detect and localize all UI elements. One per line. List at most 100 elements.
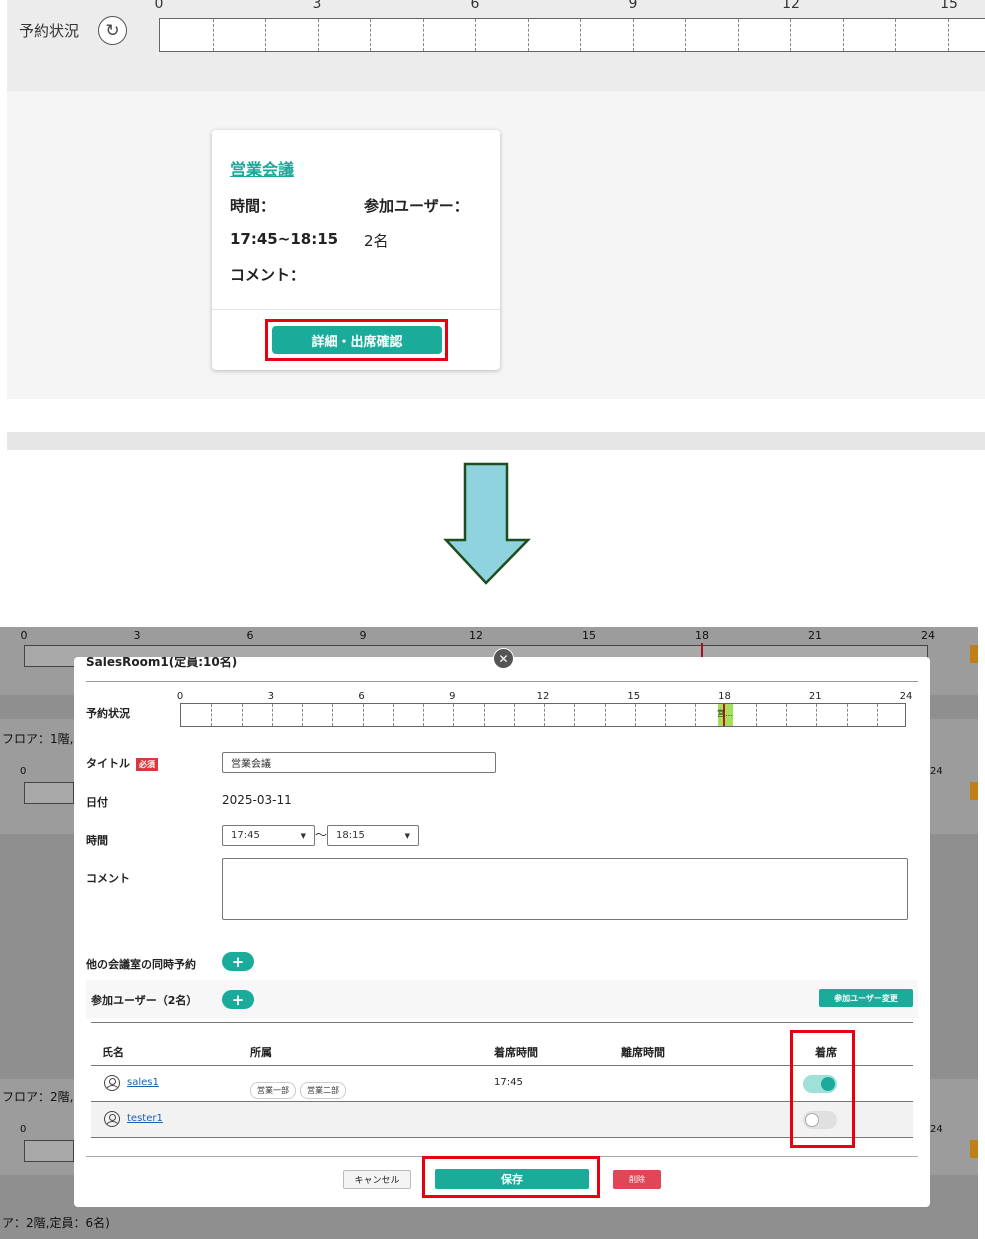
top-screenshot: 予約状況 ↻ 0 3 6 9 12 15 営業会議 時間： 参加ユーザー： 17… [7,0,985,450]
next-room-band [7,432,985,450]
title-input-value: 営業会議 [231,759,271,770]
department-chips: 営業一部 営業二部 [250,1078,350,1099]
timeline-bar[interactable]: 営… [180,703,906,727]
checkin-time: 17:45 [494,1077,523,1088]
refresh-icon[interactable]: ↻ [98,16,127,45]
time-label: 時間： [230,197,276,215]
change-users-button[interactable]: 参加ユーザー変更 [819,989,913,1007]
timeline-slot-divider [842,19,844,51]
participants-header [86,980,918,1018]
bg-tick: 0 [20,766,27,777]
timeline-slot-divider [632,19,634,51]
tick-label: 15 [940,0,958,12]
time-value: 17:45~18:15 [230,230,339,248]
start-time-value: 17:45 [231,830,260,841]
date-value[interactable]: 2025-03-11 [222,793,292,807]
timeline-slot-divider [483,704,485,726]
bg-floor-text: フロア：1階, [2,732,74,746]
timeline-slot-divider [634,704,636,726]
tick-label: 12 [782,0,800,12]
bottom-screenshot: 0 3 6 9 12 15 18 21 24 フロア：1階, 0 24 フロア：2階, 0 24… [0,627,978,1239]
timeline-slot-divider [453,704,455,726]
department-chip: 営業二部 [300,1082,346,1099]
tick-label: 3 [312,0,322,12]
end-time-select[interactable]: 18:15 ▼ [327,825,419,846]
tick-label: 9 [628,0,638,12]
room-title: SalesRoom1(定員:10名) [86,657,238,669]
reservation-modal: SalesRoom1(定員:10名) 予約状況 0 3 6 9 12 15 18 21 24 営… [74,657,930,1207]
timeline-slot-divider [527,19,529,51]
participants-label: 参加ユーザー（2名） [91,994,198,1007]
timeline-slot-divider [580,19,581,51]
highlight-box [422,1156,600,1198]
details-attendance-button[interactable]: 詳細・出席確認 [272,326,442,354]
tick-label: 12 [536,691,550,702]
department-chip: 営業一部 [250,1082,296,1099]
timeline-slot-divider [211,704,213,726]
timeline-slot-divider [665,704,666,726]
title-input[interactable]: 営業会議 [222,752,496,773]
bg-tick: 0 [20,1124,27,1135]
timeline-slot-divider [422,19,424,51]
start-time-select[interactable]: 17:45 ▼ [222,825,315,846]
table-top-line [91,1022,913,1023]
timeline-ticks: 0 3 6 9 12 15 18 21 24 [176,691,913,703]
tick-label: 0 [176,691,184,702]
timeline-bar[interactable] [159,18,985,52]
time-label: 時間 [86,834,108,847]
timeline-slot-divider [241,704,243,726]
tick-label: 24 [899,691,913,702]
bg-tick: 24 [930,766,943,777]
tick-label: 18 [695,629,709,642]
cancel-button[interactable]: キャンセル [343,1170,411,1189]
chevron-down-icon: ▼ [300,831,306,840]
timeline-slot-divider [265,19,266,51]
user-link[interactable]: sales1 [127,1077,159,1088]
tick-label: 6 [358,691,365,702]
comment-textarea[interactable] [222,858,908,920]
timeline-slot-divider [302,704,303,726]
date-label: 日付 [86,796,108,809]
timeline-slot-divider [362,704,364,726]
tick-label: 15 [582,629,596,642]
timeline-slot-divider [695,704,697,726]
timeline-slot-divider [423,704,424,726]
timeline-slot-divider [544,704,545,726]
tick-label: 24 [921,629,935,642]
tick-label: 3 [133,629,141,642]
close-icon[interactable]: ✕ [493,648,514,669]
timeline-slot-divider [317,19,319,51]
timeline-slot-divider [816,704,818,726]
add-participant-button[interactable]: + [222,990,254,1009]
timeline-slot-divider [846,704,848,726]
add-other-room-button[interactable]: + [222,952,254,971]
meeting-card: 営業会議 時間： 参加ユーザー： 17:45~18:15 2名 コメント： 詳細… [212,130,500,370]
timeline-label: 予約状況 [19,22,80,40]
user-link[interactable]: tester1 [127,1113,163,1124]
comment-label: コメント [86,872,130,885]
chevron-down-icon: ▼ [404,831,410,840]
tick-label: 15 [627,691,641,702]
timeline-slot-divider [392,704,394,726]
tick-label: 9 [449,691,456,702]
delete-button[interactable]: 削除 [613,1170,661,1189]
bg-floor-text: ア：2階,定員：6名) [2,1216,110,1230]
meeting-title-link[interactable]: 営業会議 [230,156,294,180]
timeline-slot-divider [786,704,787,726]
bg-timeline [24,1140,74,1162]
booking-label: 営… [717,709,733,718]
user-avatar-icon [104,1111,120,1127]
timeline-slot-divider [947,19,949,51]
participants-label: 参加ユーザー： [364,197,469,215]
tick-label: 18 [718,691,731,702]
bg-floor-text: フロア：2階, [2,1090,74,1104]
title-label: タイトル 必須 [86,755,158,771]
timeline-slot-divider [737,19,739,51]
tick-label: 21 [808,629,822,642]
timeline-slot-divider [895,19,896,51]
tick-label: 12 [469,629,483,642]
divider [86,681,918,682]
bg-orange-marker [970,645,978,663]
participants-count: 2名 [364,232,389,250]
timeline-slot-divider [332,704,334,726]
